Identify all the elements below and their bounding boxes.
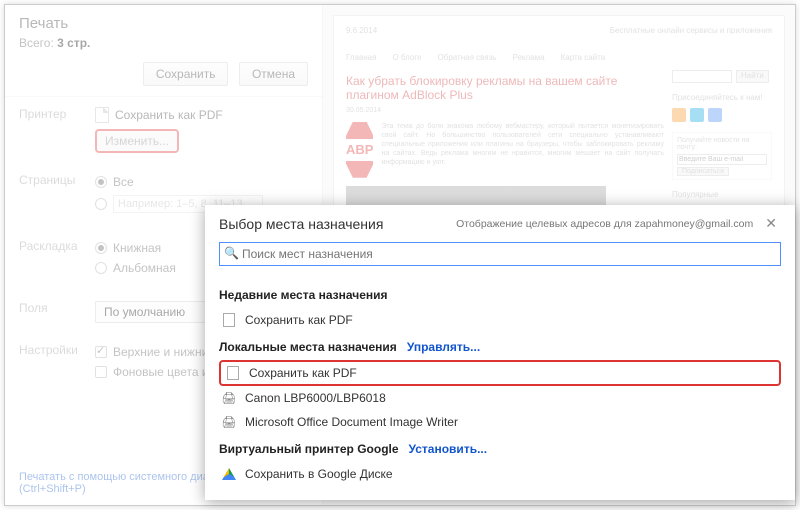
install-link[interactable]: Установить...	[409, 442, 488, 456]
recent-save-pdf[interactable]: Сохранить как PDF	[219, 308, 781, 332]
gdrive-icon	[222, 468, 236, 480]
pdf-icon	[223, 313, 235, 327]
cloud-heading: Виртуальный принтер GoogleУстановить...	[219, 442, 781, 456]
manage-link[interactable]: Управлять...	[407, 340, 480, 354]
destination-search-input[interactable]	[219, 242, 781, 266]
local-ms-writer[interactable]: Microsoft Office Document Image Writer	[219, 410, 781, 434]
printer-icon	[221, 390, 237, 406]
search-icon: 🔍	[224, 246, 239, 260]
local-save-pdf[interactable]: Сохранить как PDF	[219, 360, 781, 386]
local-canon-printer[interactable]: Canon LBP6000/LBP6018	[219, 386, 781, 410]
cloud-gdrive[interactable]: Сохранить в Google Диске	[219, 462, 781, 486]
local-heading: Локальные места назначенияУправлять...	[219, 340, 781, 354]
destination-dialog: Выбор места назначения Отображение целев…	[205, 205, 795, 500]
dialog-title: Выбор места назначения	[219, 216, 383, 232]
printer-icon	[221, 414, 237, 430]
recent-heading: Недавние места назначения	[219, 288, 781, 302]
pdf-icon	[227, 366, 239, 380]
close-icon[interactable]: ✕	[761, 215, 781, 232]
dialog-subtitle: Отображение целевых адресов для zapahmon…	[383, 218, 753, 230]
